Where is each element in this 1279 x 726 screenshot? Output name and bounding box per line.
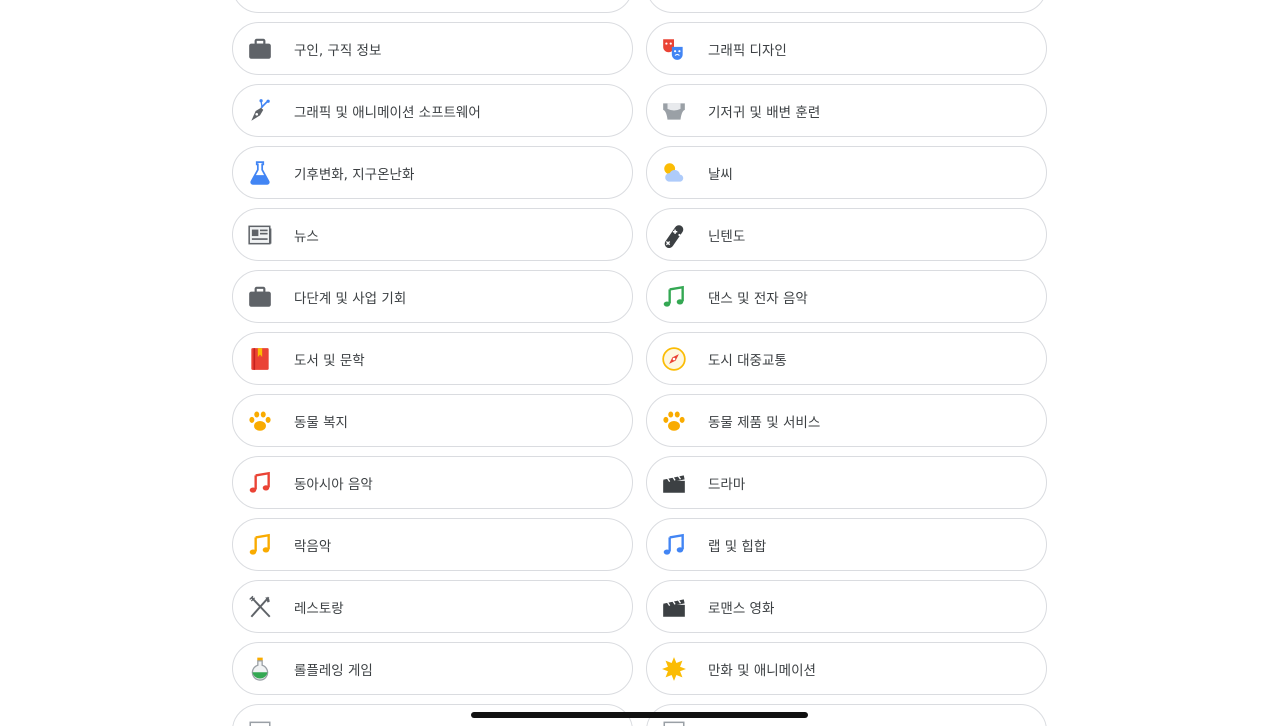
partial-icon: [660, 0, 688, 1]
category-chip[interactable]: 로맨스 영화: [646, 580, 1047, 633]
weather-cloud-sun-icon: [660, 159, 688, 187]
category-chip[interactable]: 기저귀 및 배변 훈련: [646, 84, 1047, 137]
potion-icon: [246, 655, 274, 683]
briefcase-icon: [246, 35, 274, 63]
home-indicator: [471, 712, 808, 718]
page: 구인, 구직 정보 그래픽 디자인그래픽 및 애니메이션 소프트웨어 기저귀 및 배…: [0, 0, 1279, 726]
category-label: 댄스 및 전자 음악: [708, 290, 808, 307]
category-label: 그래픽 및 애니메이션 소프트웨어: [294, 104, 481, 121]
book-icon: [246, 345, 274, 373]
category-chip[interactable]: 동아시아 음악: [232, 456, 633, 509]
category-chip[interactable]: [646, 0, 1047, 13]
category-chip[interactable]: 기후변화, 지구온난화: [232, 146, 633, 199]
category-label: 구인, 구직 정보: [294, 42, 382, 59]
category-chip[interactable]: 레스토랑: [232, 580, 633, 633]
flask-icon: [246, 159, 274, 187]
music-note-green-icon: [660, 283, 688, 311]
theater-masks-icon: [660, 35, 688, 63]
partial-icon: [246, 0, 274, 1]
category-label: 날씨: [708, 166, 733, 183]
clapperboard-icon: [660, 469, 688, 497]
category-chip[interactable]: 날씨: [646, 146, 1047, 199]
category-chip[interactable]: 닌텐도: [646, 208, 1047, 261]
category-chip[interactable]: 랩 및 힙합: [646, 518, 1047, 571]
category-label: 기저귀 및 배변 훈련: [708, 104, 821, 121]
category-label: 도서 및 문학: [294, 352, 365, 369]
category-label: 동물 복지: [294, 414, 348, 431]
category-chip[interactable]: 드라마: [646, 456, 1047, 509]
category-chip[interactable]: 롤플레잉 게임: [232, 642, 633, 695]
category-chip[interactable]: [232, 0, 633, 13]
category-chip[interactable]: 만화 및 애니메이션: [646, 642, 1047, 695]
fork-knife-icon: [246, 593, 274, 621]
category-label: 랩 및 힙합: [708, 538, 767, 555]
category-label: 뉴스: [294, 228, 319, 245]
category-label: 락음악: [294, 538, 332, 555]
category-label: 롤플레잉 게임: [294, 662, 373, 679]
category-chip[interactable]: 도시 대중교통: [646, 332, 1047, 385]
paw-icon: [246, 407, 274, 435]
category-chip[interactable]: 그래픽 디자인: [646, 22, 1047, 75]
category-chip[interactable]: 도서 및 문학: [232, 332, 633, 385]
category-label: 닌텐도: [708, 228, 746, 245]
category-chip[interactable]: 락음악: [232, 518, 633, 571]
partial-icon: [246, 717, 274, 726]
category-label: 로맨스 영화: [708, 600, 775, 617]
category-label: 도시 대중교통: [708, 352, 787, 369]
gamepad-icon: [660, 221, 688, 249]
newspaper-icon: [246, 221, 274, 249]
briefcase-icon: [246, 283, 274, 311]
category-label: 기후변화, 지구온난화: [294, 166, 415, 183]
music-note-yellow-icon: [246, 531, 274, 559]
paw-icon: [660, 407, 688, 435]
compass-icon: [660, 345, 688, 373]
category-chip[interactable]: 다단계 및 사업 기회: [232, 270, 633, 323]
category-label: 만화 및 애니메이션: [708, 662, 816, 679]
category-label: 그래픽 디자인: [708, 42, 787, 59]
diaper-icon: [660, 97, 688, 125]
category-chip[interactable]: 댄스 및 전자 음악: [646, 270, 1047, 323]
clapperboard-icon: [660, 593, 688, 621]
category-label: 다단계 및 사업 기회: [294, 290, 407, 307]
music-note-blue-icon: [660, 531, 688, 559]
music-note-red-icon: [246, 469, 274, 497]
category-chip[interactable]: 그래픽 및 애니메이션 소프트웨어: [232, 84, 633, 137]
category-chip[interactable]: 뉴스: [232, 208, 633, 261]
category-grid: 구인, 구직 정보 그래픽 디자인그래픽 및 애니메이션 소프트웨어 기저귀 및 배…: [232, 0, 1047, 726]
category-label: 드라마: [708, 476, 746, 493]
category-chip[interactable]: 구인, 구직 정보: [232, 22, 633, 75]
pen-tool-icon: [246, 97, 274, 125]
category-chip[interactable]: 동물 제품 및 서비스: [646, 394, 1047, 447]
category-label: 레스토랑: [294, 600, 344, 617]
category-label: 동아시아 음악: [294, 476, 373, 493]
category-label: 동물 제품 및 서비스: [708, 414, 821, 431]
category-chip[interactable]: 동물 복지: [232, 394, 633, 447]
starburst-icon: [660, 655, 688, 683]
